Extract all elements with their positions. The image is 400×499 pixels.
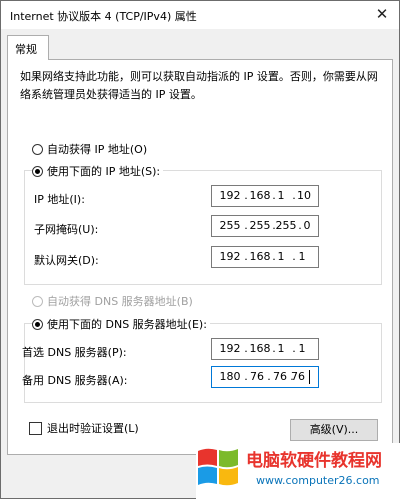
octet: 10	[297, 189, 311, 202]
subnet-mask-label: 子网掩码(U):	[34, 223, 99, 236]
radio-auto-dns-label: 自动获得 DNS 服务器地址(B)	[47, 295, 193, 308]
octet: 1	[277, 250, 285, 263]
windows-logo-icon	[198, 448, 238, 486]
window-title: Internet 协议版本 4 (TCP/IPv4) 属性	[10, 10, 197, 23]
tab-general[interactable]: 常规	[7, 35, 49, 60]
octet: 1	[298, 250, 306, 263]
radio-manual-dns-label: 使用下面的 DNS 服务器地址(E):	[47, 318, 207, 331]
watermark: 电脑软硬件教程网 www.computer26.com	[196, 443, 400, 499]
octet: 1	[277, 342, 285, 355]
tab-general-label: 常规	[15, 43, 37, 56]
ip-address-input[interactable]: 192 . 168 . 1 . 10	[211, 185, 319, 207]
octet: 255	[249, 219, 271, 232]
advanced-button[interactable]: 高级(V)...	[290, 419, 378, 441]
title-bar: Internet 协议版本 4 (TCP/IPv4) 属性 ✕	[1, 1, 399, 29]
radio-circle-icon	[32, 143, 43, 155]
dialog-window: Internet 协议版本 4 (TCP/IPv4) 属性 ✕ 常规 如果网络支…	[0, 0, 400, 499]
alternate-dns-label: 备用 DNS 服务器(A):	[22, 374, 128, 387]
alternate-dns-input[interactable]: 180 . 76 . 76 . 76	[211, 366, 319, 388]
octet: 168	[249, 189, 271, 202]
watermark-url: www.computer26.com	[256, 474, 380, 487]
radio-selected-icon	[32, 318, 43, 330]
watermark-text: 电脑软硬件教程网	[246, 451, 382, 471]
octet: 255	[219, 219, 241, 232]
preferred-dns-label: 首选 DNS 服务器(P):	[22, 346, 127, 359]
validate-on-exit-label: 退出时验证设置(L)	[47, 422, 139, 435]
text-caret	[309, 370, 310, 384]
octet: 255	[275, 219, 297, 232]
octet: 1	[298, 342, 306, 355]
preferred-dns-input[interactable]: 192 . 168 . 1 . 1	[211, 338, 319, 360]
radio-manual-dns[interactable]: 使用下面的 DNS 服务器地址(E):	[32, 316, 210, 332]
checkbox-icon	[29, 421, 42, 435]
radio-circle-icon	[32, 295, 43, 307]
close-icon[interactable]: ✕	[373, 5, 391, 23]
validate-on-exit-checkbox[interactable]: 退出时验证设置(L)	[29, 420, 139, 436]
radio-auto-ip[interactable]: 自动获得 IP 地址(O)	[32, 141, 147, 157]
octet: 76	[291, 370, 305, 383]
octet: 192	[219, 250, 241, 263]
octet: 168	[249, 250, 271, 263]
radio-manual-ip-label: 使用下面的 IP 地址(S):	[47, 165, 161, 178]
radio-auto-dns[interactable]: 自动获得 DNS 服务器地址(B)	[32, 293, 193, 309]
octet: 168	[249, 342, 271, 355]
octet: 180	[219, 370, 241, 383]
octet: 192	[219, 189, 241, 202]
octet: 1	[277, 189, 285, 202]
octet: 0	[303, 219, 311, 232]
dns-group-box	[24, 323, 382, 403]
octet: 192	[219, 342, 241, 355]
radio-manual-ip[interactable]: 使用下面的 IP 地址(S):	[32, 163, 164, 179]
radio-selected-icon	[32, 165, 43, 177]
description-text: 如果网络支持此功能，则可以获取自动指派的 IP 设置。否则，你需要从网络系统管理…	[20, 70, 378, 101]
radio-auto-ip-label: 自动获得 IP 地址(O)	[47, 143, 148, 156]
gateway-input[interactable]: 192 . 168 . 1 . 1	[211, 246, 319, 268]
ip-address-label: IP 地址(I):	[34, 193, 85, 206]
octet: 76	[250, 370, 264, 383]
gateway-label: 默认网关(D):	[34, 254, 99, 267]
subnet-mask-input[interactable]: 255 . 255 . 255 . 0	[211, 215, 319, 237]
general-panel: 如果网络支持此功能，则可以获取自动指派的 IP 设置。否则，你需要从网络系统管理…	[7, 59, 393, 455]
